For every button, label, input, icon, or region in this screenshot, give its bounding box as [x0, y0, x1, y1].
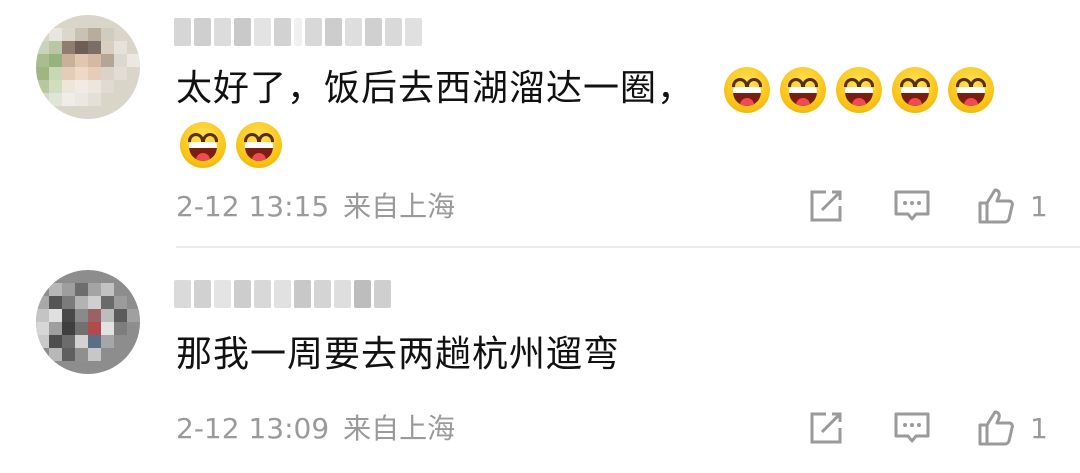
comment-actions: 1	[806, 408, 1048, 448]
location: 来自上海	[343, 190, 456, 223]
like-button[interactable]: 1	[976, 408, 1048, 448]
avatar[interactable]	[36, 15, 140, 119]
emoji-row-1	[724, 67, 995, 113]
share-button[interactable]	[806, 186, 846, 226]
laughing-emoji-icon	[780, 67, 827, 113]
like-count: 1	[1030, 411, 1048, 445]
timestamp: 2-12 13:09	[176, 412, 330, 445]
laughing-emoji-icon	[892, 67, 939, 113]
timestamp: 2-12 13:15	[176, 190, 330, 223]
comment-icon	[894, 412, 930, 443]
comment-meta: 2-12 13:09 来自上海	[176, 412, 455, 446]
laughing-emoji-icon	[948, 67, 995, 113]
avatar[interactable]	[36, 270, 140, 374]
laughing-emoji-icon	[836, 67, 883, 113]
thumbs-up-icon	[978, 188, 1014, 224]
like-button[interactable]: 1	[976, 186, 1048, 226]
username-blurred[interactable]	[174, 14, 422, 50]
share-icon	[810, 412, 842, 444]
thumbs-up-icon	[978, 410, 1014, 446]
comment-meta: 2-12 13:15 来自上海	[176, 190, 455, 224]
comment-body: 那我一周要去两趟杭州遛弯	[176, 334, 621, 375]
username-blurred[interactable]	[174, 276, 391, 312]
reply-button[interactable]	[892, 186, 932, 226]
share-icon	[810, 190, 842, 222]
comment-body: 太好了，饭后去西湖溜达一圈，	[176, 68, 695, 109]
comment-text: 太好了，饭后去西湖溜达一圈，	[176, 62, 1036, 116]
like-count: 1	[1030, 189, 1048, 223]
laughing-emoji-icon	[724, 67, 771, 113]
comment-text: 那我一周要去两趟杭州遛弯	[176, 328, 1036, 382]
comment-item-1: 太好了，饭后去西湖溜达一圈， 2-12 13:15 来自上海 1	[0, 0, 1080, 247]
laughing-emoji-icon	[236, 122, 282, 168]
share-button[interactable]	[806, 408, 846, 448]
emoji-row-2	[180, 122, 282, 168]
comment-icon	[894, 190, 930, 221]
comment-actions: 1	[806, 186, 1048, 226]
laughing-emoji-icon	[180, 122, 226, 168]
location: 来自上海	[343, 412, 456, 445]
comment-item-2: 那我一周要去两趟杭州遛弯 2-12 13:09 来自上海 1	[0, 248, 1080, 473]
reply-button[interactable]	[892, 408, 932, 448]
